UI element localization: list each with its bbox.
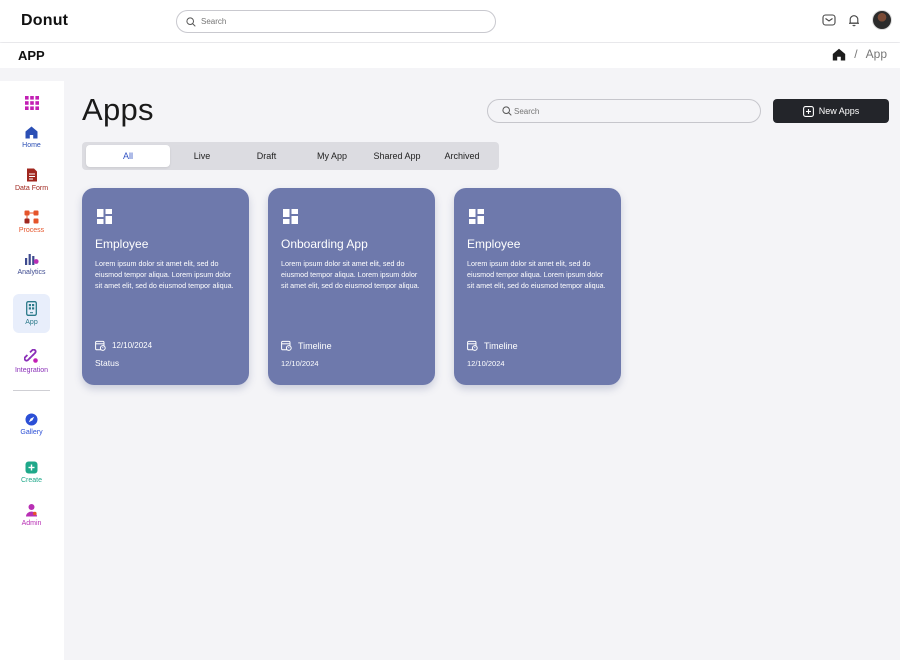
sidebar: Home Data Form Process Analytics App Int… [0,81,64,664]
card-description: Lorem ipsum dolor sit amet elit, sed do … [467,259,606,290]
sidebar-item-admin[interactable]: Admin [13,503,50,527]
dashboard-icon [469,209,484,224]
card-description: Lorem ipsum dolor sit amet elit, sed do … [281,259,420,290]
document-icon [26,168,37,182]
top-icons [822,10,892,30]
tab-live[interactable]: Live [177,145,227,167]
card-title: Employee [467,237,521,251]
bottom-edge [0,660,900,664]
search-icon [502,106,512,116]
app-filter-tabs: All Live Draft My App Shared App Archive… [82,142,499,170]
calendar-clock-icon [467,340,478,351]
phone-app-icon [26,301,37,316]
apps-search[interactable] [487,99,761,123]
app-card[interactable]: Onboarding App Lorem ipsum dolor sit ame… [268,188,435,385]
bell-icon[interactable] [847,13,861,27]
process-icon [24,210,39,224]
apps-search-input[interactable] [514,106,744,116]
dashboard-icon [283,209,298,224]
analytics-icon [25,254,39,265]
link-icon [24,349,38,363]
grid-icon [24,96,39,110]
calendar-clock-icon [95,340,106,351]
sidebar-item-app[interactable]: App [13,294,50,333]
sidebar-item-label: Data Form [14,185,49,192]
search-icon [186,16,196,27]
home-icon [25,126,38,139]
sidebar-item-label: Integration [14,367,49,374]
page-title: Apps [82,92,154,127]
card-timeline-label: Timeline [298,340,332,351]
compass-icon [25,413,38,426]
brand-logo[interactable]: Donut [21,12,68,30]
new-apps-button[interactable]: New Apps [773,99,889,123]
plus-square-icon [802,105,814,117]
tab-all[interactable]: All [86,145,170,167]
app-card[interactable]: Employee Lorem ipsum dolor sit amet elit… [454,188,621,385]
user-avatar[interactable] [872,10,892,30]
card-status: Status [95,358,120,368]
sidebar-item-menu[interactable] [13,96,50,110]
card-date-text: 12/10/2024 [112,341,153,350]
sidebar-item-label: Home [22,142,41,149]
sidebar-item-label: Process [18,227,45,234]
card-timeline-label: Timeline [484,340,518,351]
sidebar-item-create[interactable]: Create [13,461,50,484]
card-description: Lorem ipsum dolor sit amet elit, sed do … [95,259,234,290]
card-timeline: Timeline [467,340,518,351]
sidebar-item-label: Gallery [20,429,43,436]
sidebar-item-label: Create [20,477,42,484]
global-search[interactable] [176,10,496,33]
plus-icon [25,461,38,474]
sidebar-item-integration[interactable]: Integration [13,349,50,374]
app-card[interactable]: Employee Lorem ipsum dolor sit amet elit… [82,188,249,385]
tab-draft[interactable]: Draft [240,145,293,167]
card-date-text: 12/10/2024 [281,359,319,368]
home-icon[interactable] [832,48,846,61]
card-title: Employee [95,237,149,251]
sidebar-item-label: App [25,319,38,326]
sidebar-item-home[interactable]: Home [13,126,50,149]
sidebar-item-label: Admin [21,520,42,527]
sidebar-item-gallery[interactable]: Gallery [13,413,50,436]
breadcrumb-current[interactable]: App [866,47,887,61]
sidebar-item-label: Analytics [17,269,46,276]
global-search-input[interactable] [201,17,481,26]
breadcrumb-separator: / [854,47,858,61]
sidebar-item-data-form[interactable]: Data Form [13,168,50,192]
card-title: Onboarding App [281,237,368,251]
sidebar-item-process[interactable]: Process [13,210,50,234]
admin-icon [26,504,37,517]
section-title: APP [18,48,45,63]
card-date-text: 12/10/2024 [467,359,505,368]
breadcrumb: / App [832,47,887,61]
card-timeline: Timeline [281,340,332,351]
calendar-clock-icon [281,340,292,351]
mail-icon[interactable] [822,13,836,27]
sidebar-divider [13,390,50,391]
tab-my-app[interactable]: My App [306,145,358,167]
tab-shared-app[interactable]: Shared App [368,145,426,167]
sidebar-item-analytics[interactable]: Analytics [13,252,50,276]
tab-archived[interactable]: Archived [438,145,486,167]
dashboard-icon [97,209,112,224]
card-date: 12/10/2024 [95,340,152,351]
top-bar: Donut [0,0,900,42]
new-apps-label: New Apps [818,106,860,116]
sub-header: APP / App [0,43,900,68]
